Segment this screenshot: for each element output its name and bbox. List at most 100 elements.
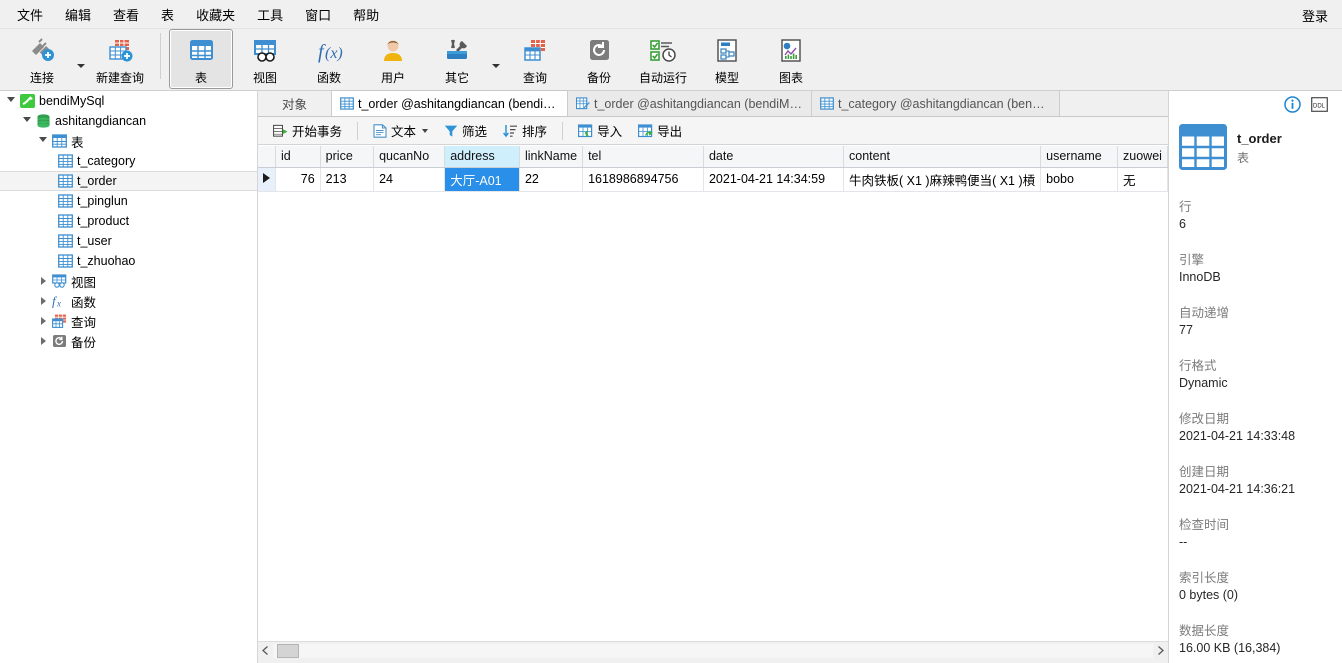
data-grid[interactable]: id price qucanNo address linkName tel da… [258, 146, 1168, 641]
column-header-id[interactable]: id [276, 146, 321, 167]
tree-node-backups-folder[interactable]: 备份 [0, 331, 257, 351]
column-header-qucanno[interactable]: qucanNo [374, 146, 445, 167]
table-icon [56, 171, 74, 191]
scrollbar-thumb[interactable] [277, 644, 299, 658]
column-header-address[interactable]: address [445, 146, 520, 167]
tab-t_order-data[interactable]: t_order @ashitangdiancan (bendiMy... [332, 90, 568, 116]
sidebar-item-t_order[interactable]: t_order [0, 171, 257, 191]
ribbon-button-automation[interactable]: 自动运行 [631, 29, 695, 89]
cell-price[interactable]: 213 [320, 167, 373, 191]
scroll-right-icon[interactable] [1153, 643, 1168, 659]
text-button[interactable]: 文本 [366, 117, 435, 144]
cell-username[interactable]: bobo [1041, 167, 1118, 191]
ribbon-label-query: 查询 [523, 69, 547, 86]
other-dropdown-caret[interactable] [489, 29, 503, 89]
tree-node-bendimysql[interactable]: bendiMySql [0, 91, 257, 111]
tab-objects[interactable]: 对象 [258, 91, 332, 116]
sort-button[interactable]: 排序 [496, 117, 554, 144]
menu-item-edit[interactable]: 编辑 [54, 1, 102, 28]
chevron-down-icon[interactable] [20, 111, 34, 131]
ribbon-label-function: 函数 [317, 69, 341, 86]
tree-node-views-folder[interactable]: 视图 [0, 271, 257, 291]
menu-item-window[interactable]: 窗口 [294, 1, 342, 28]
column-header-tel[interactable]: tel [583, 146, 704, 167]
tab-t_category-data[interactable]: t_category @ashitangdiancan (bendi... [812, 91, 1060, 116]
cell-linkname[interactable]: 22 [519, 167, 582, 191]
cell-date[interactable]: 2021-04-21 14:34:59 [703, 167, 843, 191]
connection-dropdown-caret[interactable] [74, 29, 88, 89]
ribbon-button-function[interactable]: f (x) 函数 [297, 29, 361, 89]
svg-text:DDL: DDL [1313, 104, 1326, 110]
info-icon[interactable] [1284, 96, 1301, 113]
tree-node-tables-folder[interactable]: 表 [0, 131, 257, 151]
cell-address[interactable]: 大厅-A01 [445, 167, 520, 191]
cell-id[interactable]: 76 [276, 167, 321, 191]
navigation-pane[interactable]: bendiMySql ashitangdiancan [0, 91, 258, 663]
tree-node-queries-folder[interactable]: 查询 [0, 311, 257, 331]
ribbon-label-chart: 图表 [779, 69, 803, 86]
sidebar-item-label: 查询 [71, 312, 96, 331]
ribbon-button-other[interactable]: 其它 [425, 29, 489, 89]
cell-tel[interactable]: 1618986894756 [583, 167, 704, 191]
filter-button[interactable]: 筛选 [437, 117, 494, 144]
cell-content[interactable]: 牛肉铁板( X1 )麻辣鸭便当( X1 )槓 [844, 167, 1041, 191]
table-row[interactable]: 76 213 24 大厅-A01 22 1618986894756 2021-0… [258, 167, 1168, 191]
chevron-right-icon[interactable] [36, 331, 50, 351]
menu-item-favorites[interactable]: 收藏夹 [185, 1, 246, 28]
header-row: id price qucanNo address linkName tel da… [258, 146, 1168, 167]
chevron-right-icon[interactable] [36, 311, 50, 331]
column-header-zuowei[interactable]: zuowei [1118, 146, 1168, 167]
export-button[interactable]: 导出 [631, 117, 689, 144]
column-header-content[interactable]: content [844, 146, 1041, 167]
automation-icon [646, 34, 680, 68]
begin-transaction-button[interactable]: 开始事务 [266, 117, 349, 144]
ribbon-button-model[interactable]: 模型 [695, 29, 759, 89]
chevron-right-icon[interactable] [36, 271, 50, 291]
tab-t_order-design[interactable]: t_order @ashitangdiancan (bendiMy... [568, 91, 812, 116]
column-header-price[interactable]: price [320, 146, 373, 167]
ribbon-button-view[interactable]: 视图 [233, 29, 297, 89]
horizontal-scrollbar[interactable] [258, 641, 1168, 659]
tree-node-functions-folder[interactable]: fx 函数 [0, 291, 257, 311]
cell-zuowei[interactable]: 无 [1118, 167, 1168, 191]
chevron-down-icon[interactable] [422, 129, 428, 133]
current-row-indicator[interactable] [258, 167, 276, 191]
chevron-down-icon[interactable] [4, 91, 18, 111]
scrollbar-track[interactable] [273, 644, 1153, 658]
ribbon-button-chart[interactable]: 图表 [759, 29, 823, 89]
sidebar-item-t_zhuohao[interactable]: t_zhuohao [0, 251, 257, 271]
ribbon-button-query[interactable]: 查询 [503, 29, 567, 89]
info-object-type: 表 [1237, 149, 1282, 166]
ribbon-button-user[interactable]: 用户 [361, 29, 425, 89]
menu-item-help[interactable]: 帮助 [342, 1, 390, 28]
menu-item-table[interactable]: 表 [150, 1, 185, 28]
svg-text:x: x [56, 299, 61, 309]
sidebar-item-t_category[interactable]: t_category [0, 151, 257, 171]
import-button[interactable]: 导入 [571, 117, 629, 144]
tree-node-ashitangdiancan[interactable]: ashitangdiancan [0, 111, 257, 131]
sidebar-item-t_pinglun[interactable]: t_pinglun [0, 191, 257, 211]
ribbon-button-connection[interactable]: 连接 [10, 29, 74, 89]
backup-folder-icon [50, 331, 68, 351]
column-header-linkname[interactable]: linkName [519, 146, 582, 167]
sidebar-item-t_user[interactable]: t_user [0, 231, 257, 251]
scroll-left-icon[interactable] [258, 643, 273, 659]
chevron-down-icon[interactable] [36, 131, 50, 151]
menu-item-file[interactable]: 文件 [6, 1, 54, 28]
ddl-icon[interactable]: DDL [1311, 97, 1328, 112]
table-icon [56, 251, 74, 271]
ribbon-button-table[interactable]: 表 [169, 29, 233, 89]
login-button[interactable]: 登录 [1292, 2, 1338, 29]
info-value-modified: 2021-04-21 14:33:48 [1179, 429, 1342, 443]
chevron-right-icon[interactable] [36, 291, 50, 311]
column-header-username[interactable]: username [1041, 146, 1118, 167]
column-header-date[interactable]: date [703, 146, 843, 167]
grid-toolbar: 开始事务 文本 筛选 排序 [258, 117, 1168, 145]
sidebar-item-t_product[interactable]: t_product [0, 211, 257, 231]
cell-qucanno[interactable]: 24 [374, 167, 445, 191]
ribbon-button-new-query[interactable]: 新建查询 [88, 29, 152, 89]
menu-item-tools[interactable]: 工具 [246, 1, 294, 28]
menu-item-view[interactable]: 查看 [102, 1, 150, 28]
ribbon-button-backup[interactable]: 备份 [567, 29, 631, 89]
ribbon-label-backup: 备份 [587, 69, 611, 86]
